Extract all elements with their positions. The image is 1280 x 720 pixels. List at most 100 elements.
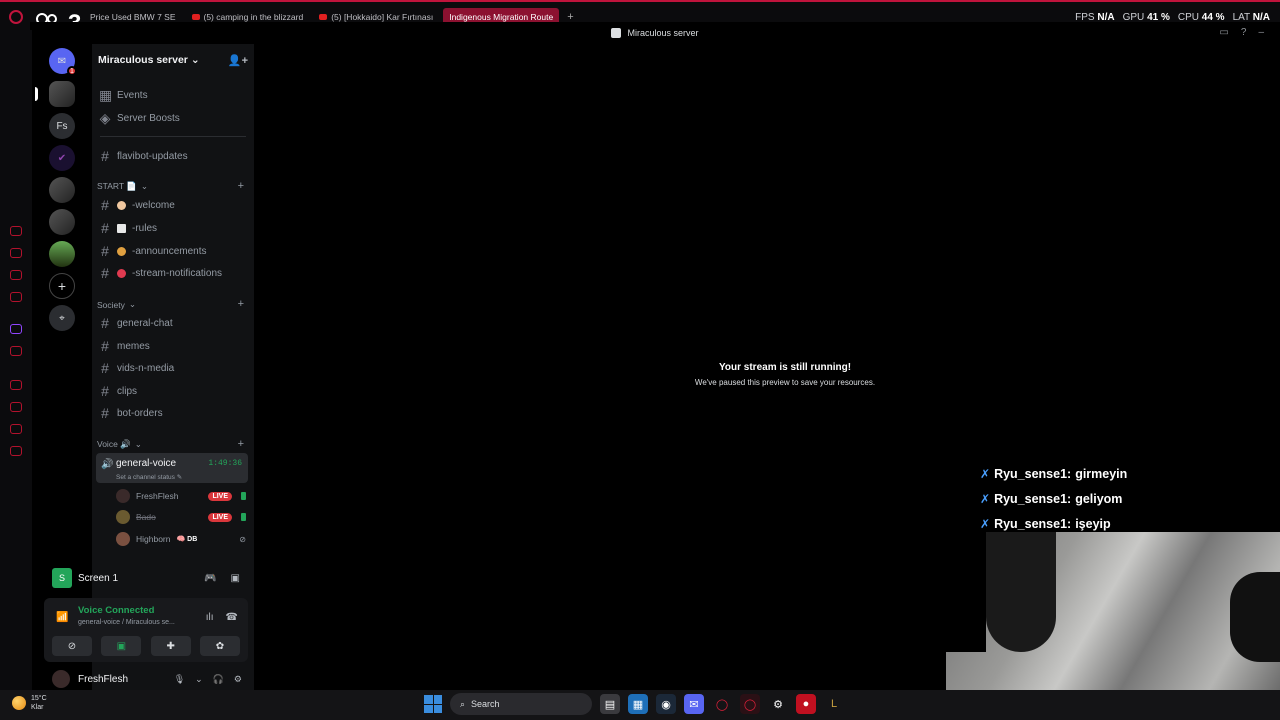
chat-text: işeyip (1075, 516, 1111, 531)
server-name: Miraculous server (98, 54, 188, 66)
events-item[interactable]: ▦ Events (96, 85, 248, 105)
opera-app-icon[interactable]: ◯ (712, 694, 732, 714)
tab-label: (5) [Hokkaido] Kar Fırtınası (331, 12, 434, 22)
share-screen-button[interactable]: ▣ (101, 636, 142, 656)
boost-icon: ◈ (99, 109, 111, 126)
channel-vids-n-media[interactable]: # vids-n-media (96, 358, 248, 378)
windows-start-icon[interactable] (424, 695, 442, 713)
sidebar-messenger-icon[interactable] (10, 292, 22, 302)
microphone-icon[interactable]: 🎙 (174, 674, 185, 685)
hash-icon: # (101, 148, 109, 164)
screen-share-panel: S Screen 1 🎮 ▣ (44, 564, 248, 592)
store-icon[interactable]: ▦ (628, 694, 648, 714)
channel-label: -rules (132, 222, 158, 234)
create-channel-plus-icon[interactable]: + (238, 298, 244, 310)
screen-avatar: S (52, 568, 72, 588)
weather-widget[interactable]: 15°C Klar (12, 694, 47, 712)
soundboard-button[interactable]: ✿ (199, 636, 240, 656)
avatar (116, 489, 130, 503)
sidebar-history-icon[interactable] (10, 226, 22, 236)
search-label: Search (471, 699, 500, 709)
overlay-chat: ✗ Ryu_sense1: girmeyin ✗ Ryu_sense1: geliyom… (980, 461, 1127, 536)
sidebar-workspace-icon[interactable] (10, 248, 22, 258)
steam-icon[interactable]: ◉ (656, 694, 676, 714)
channel-general-chat[interactable]: # general-chat (96, 313, 248, 333)
channel-memes[interactable]: # memes (96, 336, 248, 356)
camera-off-button[interactable]: ⊘ (52, 636, 92, 656)
sword-icon: ✗ (980, 516, 991, 531)
discord-app-icon[interactable]: ✉ (684, 694, 704, 714)
server-miraculous[interactable] (49, 81, 75, 107)
server-boosts-item[interactable]: ◈ Server Boosts (96, 108, 248, 128)
file-explorer-icon[interactable]: ▤ (600, 694, 620, 714)
opera-logo-icon[interactable] (9, 10, 23, 24)
category-society[interactable]: Society ⌄ (97, 299, 136, 310)
sidebar-clock-icon[interactable] (10, 380, 22, 390)
channel-welcome[interactable]: # -welcome (96, 195, 248, 215)
voice-user-bado[interactable]: Bado LIVE (116, 508, 246, 526)
server-game[interactable] (49, 241, 75, 267)
sidebar-bookmark-icon[interactable] (10, 424, 22, 434)
league-app-icon[interactable]: L (824, 694, 844, 714)
noise-suppression-icon[interactable]: ılı (206, 612, 214, 623)
voice-channel-general-voice[interactable]: 🔊 general-voice Set a channel status ✎ 1… (96, 453, 248, 483)
search-icon: ⌕ (460, 698, 466, 709)
category-start[interactable]: START 📄 ⌄ (97, 181, 148, 192)
voice-user-highborn[interactable]: Highborn 🧠 DB ⊘ (116, 530, 246, 548)
voice-connected-subtitle[interactable]: general-voice / Miraculous se... (78, 619, 175, 626)
disconnect-icon[interactable]: ☎ (226, 612, 238, 623)
channel-bot-orders[interactable]: # bot-orders (96, 403, 248, 423)
server-fs[interactable]: Fs (49, 113, 75, 139)
avatar[interactable] (52, 670, 70, 688)
channel-announcements[interactable]: # -announcements (96, 241, 248, 261)
voice-user-freshflesh[interactable]: FreshFlesh LIVE (116, 487, 246, 505)
activities-button[interactable]: ✚ (150, 636, 191, 656)
minimize-icon[interactable]: – (1258, 27, 1264, 38)
add-server-icon[interactable]: + (49, 273, 75, 299)
hash-icon: # (101, 197, 109, 213)
add-member-icon[interactable]: 👤+ (228, 54, 248, 67)
connection-buttons: ⊘ ▣ ✚ ✿ (52, 636, 240, 656)
create-channel-plus-icon[interactable]: + (238, 438, 244, 450)
media-app-icon[interactable]: ● (796, 694, 816, 714)
sidebar-extension-icon[interactable] (10, 270, 22, 280)
discord-title-bar: Miraculous server ▭ ? – (30, 22, 1280, 44)
headphones-icon[interactable]: 🎧 (213, 674, 224, 685)
voice-connected-label[interactable]: Voice Connected (78, 605, 154, 616)
server-photo[interactable] (49, 209, 75, 235)
channel-label: -welcome (132, 199, 175, 211)
chevron-down-icon[interactable]: ⌄ (195, 674, 203, 685)
sidebar-timer-icon[interactable] (10, 402, 22, 412)
discord-home-icon[interactable]: ✉ 1 (49, 48, 77, 76)
channel-label: vids-n-media (117, 362, 175, 374)
server-v[interactable]: ✔ (49, 145, 75, 171)
hash-icon: # (101, 243, 109, 259)
opera-gx-app-icon[interactable]: ◯ (740, 694, 760, 714)
explore-compass-icon[interactable]: ⌖ (49, 305, 75, 331)
chat-text: geliyom (1075, 491, 1123, 506)
user-tag: 🧠 DB (176, 536, 198, 543)
channel-clips[interactable]: # clips (96, 381, 248, 401)
taskbar-search[interactable]: ⌕ Search (450, 693, 592, 715)
voice-user-name: Bado (136, 512, 156, 522)
sidebar-settings-icon[interactable] (10, 446, 22, 456)
stream-paused-subtitle: We've paused this preview to save your r… (694, 378, 876, 387)
channel-stream-notifications[interactable]: # -stream-notifications (96, 263, 248, 283)
server-header[interactable]: Miraculous server ⌄ 👤+ (92, 44, 254, 76)
inbox-icon[interactable]: ▭ (1219, 27, 1228, 38)
channel-rules[interactable]: # -rules (96, 218, 248, 238)
category-voice[interactable]: Voice 🔊 ⌄ (97, 439, 142, 450)
stop-stream-icon[interactable]: ▣ (231, 573, 240, 584)
hash-icon: # (101, 315, 109, 331)
help-icon[interactable]: ? (1241, 27, 1247, 38)
channel-status-link[interactable]: Set a channel status ✎ (116, 473, 182, 481)
chat-user: Ryu_sense1: (994, 516, 1072, 531)
channel-flavibot-updates[interactable]: # flavibot-updates (96, 146, 248, 166)
create-channel-plus-icon[interactable]: + (238, 180, 244, 192)
sidebar-twitch-icon[interactable] (10, 324, 22, 334)
gear-icon[interactable]: ⚙ (234, 674, 242, 685)
settings-app-icon[interactable]: ⚙ (768, 694, 788, 714)
sidebar-percent-icon[interactable] (10, 346, 22, 356)
server-skull[interactable] (49, 177, 75, 203)
gamepad-icon[interactable]: 🎮 (204, 573, 216, 584)
